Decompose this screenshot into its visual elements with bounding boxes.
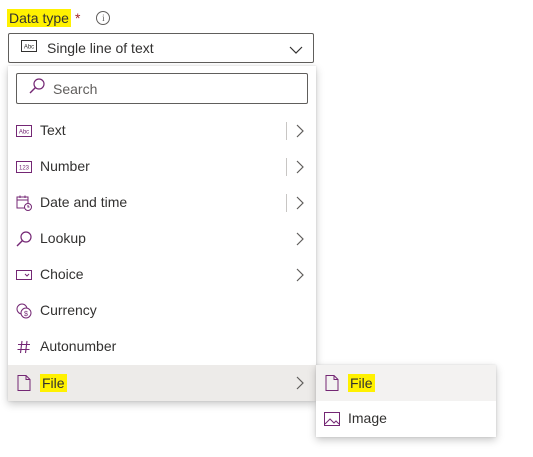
chevron-right-icon[interactable]: [296, 160, 304, 177]
menu-item-file[interactable]: File: [8, 365, 316, 401]
menu-item-label: Number: [40, 158, 90, 174]
svg-text:123: 123: [19, 166, 30, 172]
dropdown-value: Single line of text: [47, 40, 154, 56]
search-input[interactable]: Search: [16, 73, 308, 104]
search-icon: [16, 231, 32, 247]
abc-text-icon: Abc: [21, 39, 37, 57]
data-type-dropdown[interactable]: Abc Single line of text: [8, 33, 314, 63]
choice-icon: [16, 267, 32, 283]
hash-icon: [16, 339, 32, 355]
submenu-item-image[interactable]: Image: [316, 401, 496, 437]
svg-text:Abc: Abc: [24, 45, 34, 51]
svg-text:Abc: Abc: [19, 130, 29, 136]
image-icon: [324, 411, 340, 427]
chevron-right-icon[interactable]: [296, 196, 304, 213]
menu-item-label: Date and time: [40, 194, 128, 210]
chevron-right-icon[interactable]: [296, 124, 304, 141]
file-submenu: File Image: [316, 365, 496, 437]
required-asterisk: *: [74, 10, 81, 26]
menu-item-lookup[interactable]: Lookup: [8, 221, 316, 257]
chevron-right-icon: [296, 232, 304, 249]
split-divider: [286, 122, 287, 140]
menu-item-label: File: [40, 374, 67, 392]
menu-item-label: Autonumber: [40, 338, 117, 354]
split-divider: [286, 158, 287, 176]
data-type-menu: Search Abc Text 123 Number Date and time…: [8, 66, 316, 401]
field-label: Data type: [7, 9, 71, 27]
menu-item-date-and-time[interactable]: Date and time: [8, 185, 316, 221]
currency-icon: $: [16, 303, 32, 319]
menu-item-number[interactable]: 123 Number: [8, 149, 316, 185]
menu-item-autonumber[interactable]: Autonumber: [8, 329, 316, 365]
field-label-row: Data type * i: [7, 7, 111, 29]
submenu-item-label: Image: [348, 410, 387, 426]
chevron-right-icon: [296, 268, 304, 285]
abc-text-icon: Abc: [16, 123, 32, 139]
chevron-down-icon: [289, 42, 303, 60]
menu-item-label: Currency: [40, 302, 97, 318]
document-icon: [16, 375, 32, 391]
menu-item-currency[interactable]: $ Currency: [8, 293, 316, 329]
search-placeholder: Search: [53, 80, 98, 97]
info-icon[interactable]: i: [96, 11, 111, 25]
number-123-icon: 123: [16, 159, 32, 175]
menu-item-label: Text: [40, 122, 66, 138]
submenu-item-label: File: [348, 374, 375, 392]
split-divider: [286, 194, 287, 212]
menu-item-label: Choice: [40, 266, 84, 282]
menu-item-text[interactable]: Abc Text: [8, 113, 316, 149]
chevron-right-icon: [296, 376, 304, 393]
menu-item-choice[interactable]: Choice: [8, 257, 316, 293]
document-icon: [324, 375, 340, 391]
menu-item-label: Lookup: [40, 230, 86, 246]
svg-text:$: $: [24, 311, 28, 318]
submenu-item-file[interactable]: File: [316, 365, 496, 401]
search-icon: [29, 78, 45, 99]
calendar-clock-icon: [16, 195, 32, 211]
